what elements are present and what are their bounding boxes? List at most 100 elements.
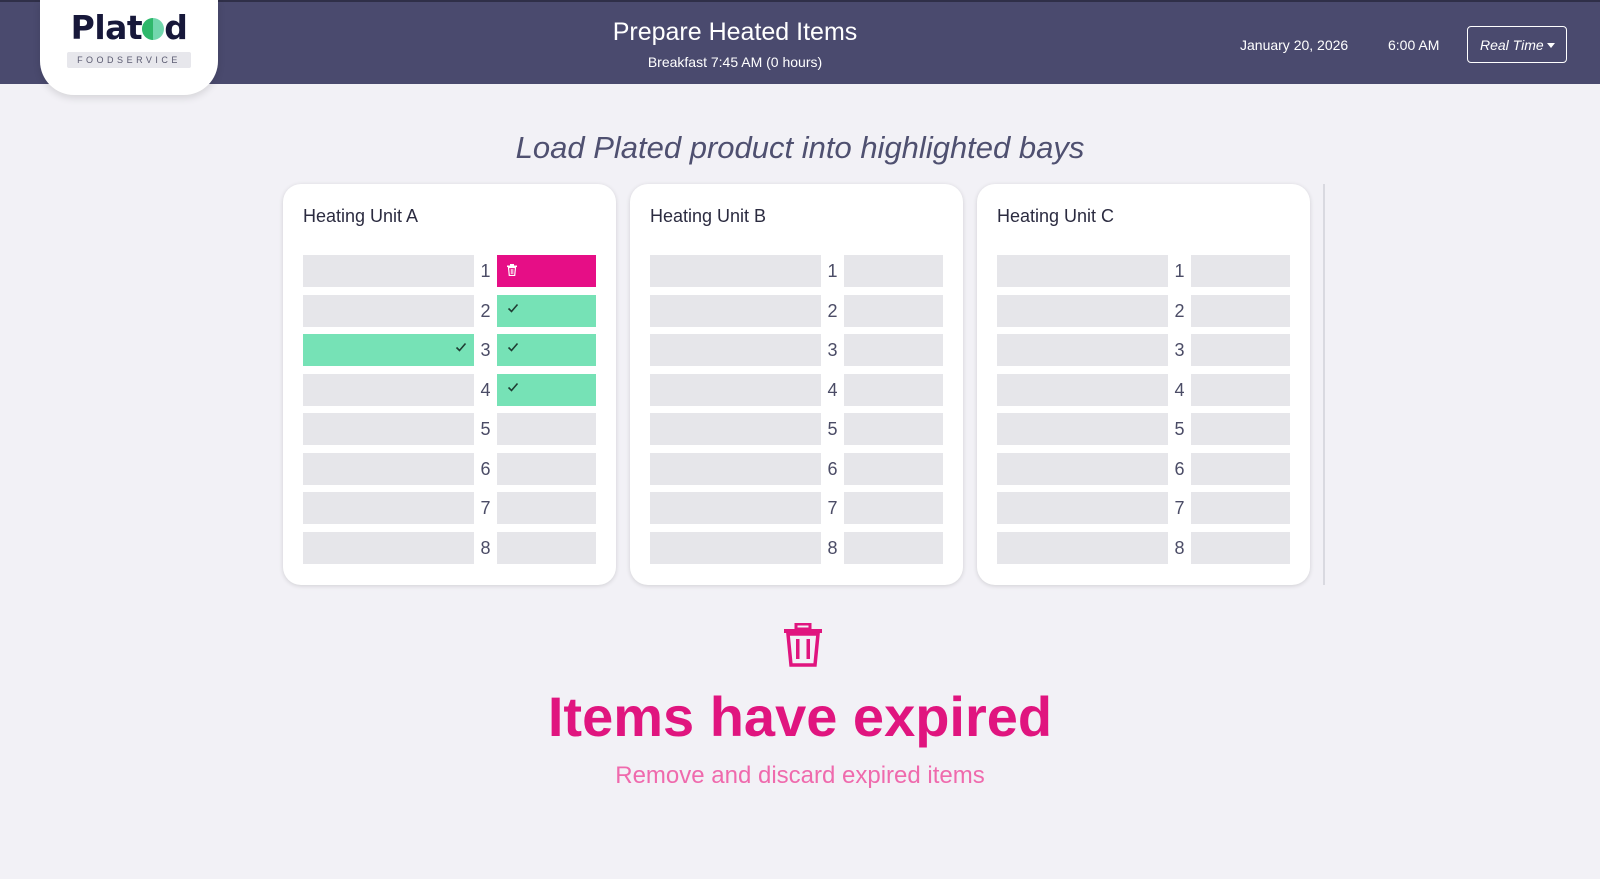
bay-slot-right[interactable] [844,255,943,287]
bay-slot-right[interactable] [844,295,943,327]
bay-slot-left[interactable] [650,492,821,524]
bay-slot-right[interactable] [844,453,943,485]
bay-number: 1 [480,261,491,281]
scroll-divider [1323,184,1325,585]
bay-slot-right[interactable] [1191,255,1290,287]
bay-slot-right[interactable] [497,255,596,287]
bay-slot-left[interactable] [650,453,821,485]
bay-number: 5 [1174,419,1185,439]
bay-slot-left[interactable] [997,374,1168,406]
bay-slot-right[interactable] [497,295,596,327]
caret-down-icon [1547,43,1555,48]
current-date: January 20, 2026 [1240,37,1349,53]
bay-slot-left[interactable] [650,532,821,564]
trash-icon [507,263,517,277]
bay-slot-left[interactable] [303,453,474,485]
bay-slot-left[interactable] [650,374,821,406]
time-mode-dropdown[interactable]: Real Time [1467,26,1567,63]
bay-slot-right[interactable] [1191,334,1290,366]
bay-number: 7 [480,498,491,518]
heating-unit-title: Heating Unit C [997,206,1115,226]
bay-number: 8 [480,538,491,558]
bay-slot-left[interactable] [303,492,474,524]
bay-number: 8 [1174,538,1185,558]
bay-slot-right[interactable] [497,374,596,406]
bay-number: 6 [827,459,838,479]
bay-slot-left[interactable] [997,255,1168,287]
heating-unit-card: Heating Unit B 1 2 3 4 5 6 7 8 [630,184,963,585]
bay-slot-right[interactable] [844,532,943,564]
bay-slot-left[interactable] [997,492,1168,524]
bay-number: 1 [827,261,838,281]
bay-slot-left[interactable] [303,255,474,287]
bay-number: 8 [827,538,838,558]
bay-slot-left[interactable] [303,374,474,406]
bay-number: 4 [480,380,491,400]
bay-slot-left[interactable] [303,532,474,564]
bay-number: 6 [480,459,491,479]
bay-number: 5 [827,419,838,439]
bay-number: 3 [827,340,838,360]
checkmark-icon [507,340,519,352]
bay-slot-right[interactable] [497,492,596,524]
bay-slot-right[interactable] [497,453,596,485]
bay-slot-right[interactable] [1191,295,1290,327]
bay-slot-right[interactable] [844,413,943,445]
bay-number: 3 [1174,340,1185,360]
bay-slot-left[interactable] [997,295,1168,327]
bay-number: 4 [827,380,838,400]
bay-slot-right[interactable] [1191,374,1290,406]
bay-slot-left[interactable] [997,413,1168,445]
bay-number: 4 [1174,380,1185,400]
brand-logo: Plat d FOODSERVICE [40,0,218,95]
checkmark-icon [507,380,519,392]
bay-slot-right[interactable] [497,532,596,564]
heating-unit-card: Heating Unit A 1 2 3 4 5 6 7 8 [283,184,616,585]
bay-slot-right[interactable] [1191,492,1290,524]
bay-number: 2 [827,301,838,321]
checkmark-icon [455,340,467,352]
bay-number: 7 [1174,498,1185,518]
bay-slot-right[interactable] [844,374,943,406]
top-bar: Prepare Heated Items Breakfast 7:45 AM (… [0,0,1600,84]
bay-slot-right[interactable] [844,492,943,524]
heating-unit-card: Heating Unit C 1 2 3 4 5 6 7 8 [977,184,1310,585]
expired-alert-message: Remove and discard expired items [615,762,985,789]
bay-slot-right[interactable] [497,413,596,445]
bay-slot-right[interactable] [1191,532,1290,564]
leaf-circle-icon [142,18,165,40]
bay-slot-left[interactable] [650,295,821,327]
load-instruction: Load Plated product into highlighted bay… [515,130,1085,165]
bay-slot-left[interactable] [650,334,821,366]
brand-name-start: Plat [70,8,143,47]
bay-number: 2 [480,301,491,321]
bay-number: 2 [1174,301,1185,321]
bay-slot-right[interactable] [1191,413,1290,445]
heating-unit-title: Heating Unit A [303,206,419,226]
bay-slot-left[interactable] [303,295,474,327]
bay-slot-left[interactable] [997,532,1168,564]
heating-unit-title: Heating Unit B [650,206,767,226]
bay-slot-left[interactable] [650,413,821,445]
bay-slot-left[interactable] [303,413,474,445]
brand-tagline: FOODSERVICE [67,52,191,68]
expired-alert-title: Items have expired [547,685,1053,748]
bay-number: 7 [827,498,838,518]
trash-icon [784,623,822,667]
bay-number: 5 [480,419,491,439]
bay-number: 6 [1174,459,1185,479]
time-mode-label: Real Time [1480,36,1544,53]
bay-slot-right[interactable] [1191,453,1290,485]
bay-slot-left[interactable] [997,334,1168,366]
bay-slot-right[interactable] [497,334,596,366]
brand-name-end: d [164,8,188,47]
checkmark-icon [507,301,519,313]
bay-slot-right[interactable] [844,334,943,366]
bay-slot-left[interactable] [997,453,1168,485]
bay-slot-left[interactable] [650,255,821,287]
current-time: 6:00 AM [1388,37,1440,53]
brand-wordmark: Plat d [40,8,218,47]
bay-slot-left[interactable] [303,334,474,366]
bay-number: 3 [480,340,491,360]
meal-subtitle: Breakfast 7:45 AM (0 hours) [647,54,823,70]
